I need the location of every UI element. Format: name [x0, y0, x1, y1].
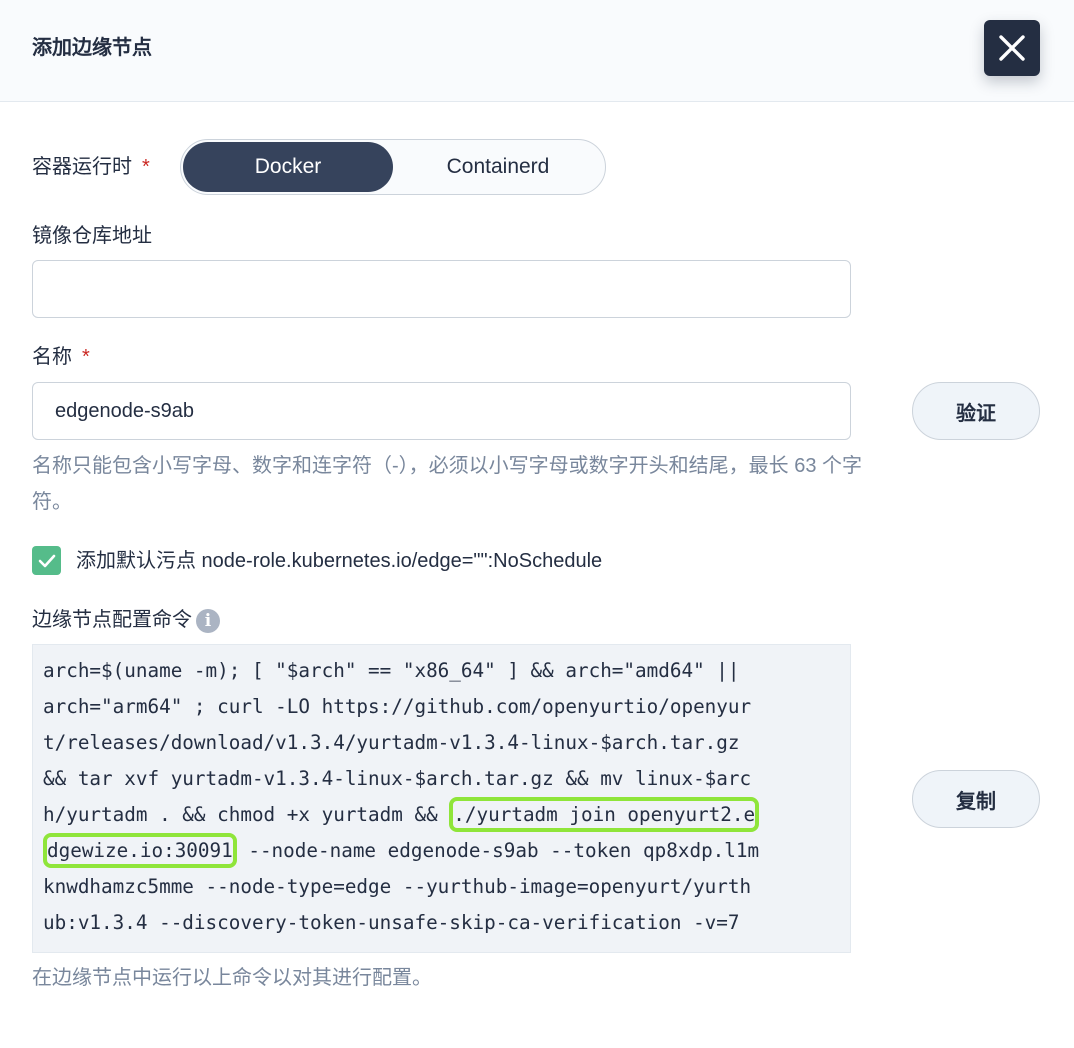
taint-label: 添加默认污点 node-role.kubernetes.io/edge="":N…	[76, 550, 603, 572]
close-icon	[999, 35, 1025, 61]
code-line: arch="arm64" ; curl -LO https://github.c…	[43, 695, 752, 718]
verify-button[interactable]: 验证	[912, 382, 1040, 440]
command-label: 边缘节点配置命令 i	[32, 606, 220, 634]
code-line: t/releases/download/v1.3.4/yurtadm-v1.3.…	[43, 731, 740, 754]
taint-checkbox[interactable]	[32, 546, 61, 575]
highlight-join-command: ./yurtadm join openyurt2.e	[449, 797, 760, 832]
info-icon[interactable]: i	[196, 608, 220, 633]
registry-label: 镜像仓库地址	[32, 225, 152, 247]
code-line: ub:v1.3.4 --discovery-token-unsafe-skip-…	[43, 911, 740, 934]
code-line: h/yurtadm . && chmod +x yurtadm && ./yur…	[43, 797, 840, 833]
copy-button[interactable]: 复制	[912, 770, 1040, 828]
required-mark: *	[82, 346, 90, 368]
registry-input[interactable]	[32, 260, 851, 318]
highlight-server-address: dgewize.io:30091	[43, 833, 237, 868]
close-button[interactable]	[984, 20, 1040, 76]
dialog-title: 添加边缘节点	[32, 37, 152, 59]
code-line: && tar xvf yurtadm-v1.3.4-linux-$arch.ta…	[43, 767, 752, 790]
name-hint: 名称只能包含小写字母、数字和连字符（-），必须以小写字母或数字开头和结尾，最长 …	[32, 455, 863, 513]
runtime-option-containerd[interactable]: Containerd	[393, 142, 603, 192]
code-line: knwdhamzc5mme --node-type=edge --yurthub…	[43, 875, 752, 898]
code-line: dgewize.io:30091 --node-name edgenode-s9…	[43, 833, 840, 869]
runtime-label: 容器运行时 *	[32, 156, 150, 178]
command-code-block[interactable]: arch=$(uname -m); [ "$arch" == "x86_64" …	[32, 644, 851, 953]
command-hint: 在边缘节点中运行以上命令以对其进行配置。	[32, 967, 432, 989]
check-icon	[38, 554, 55, 567]
name-label: 名称 *	[32, 346, 90, 368]
code-line: arch=$(uname -m); [ "$arch" == "x86_64" …	[43, 659, 740, 682]
runtime-option-docker[interactable]: Docker	[183, 142, 393, 192]
dialog-header: 添加边缘节点	[0, 0, 1074, 102]
name-input[interactable]: edgenode-s9ab	[32, 382, 851, 440]
required-mark: *	[142, 156, 150, 178]
runtime-toggle: Docker Containerd	[180, 139, 606, 195]
